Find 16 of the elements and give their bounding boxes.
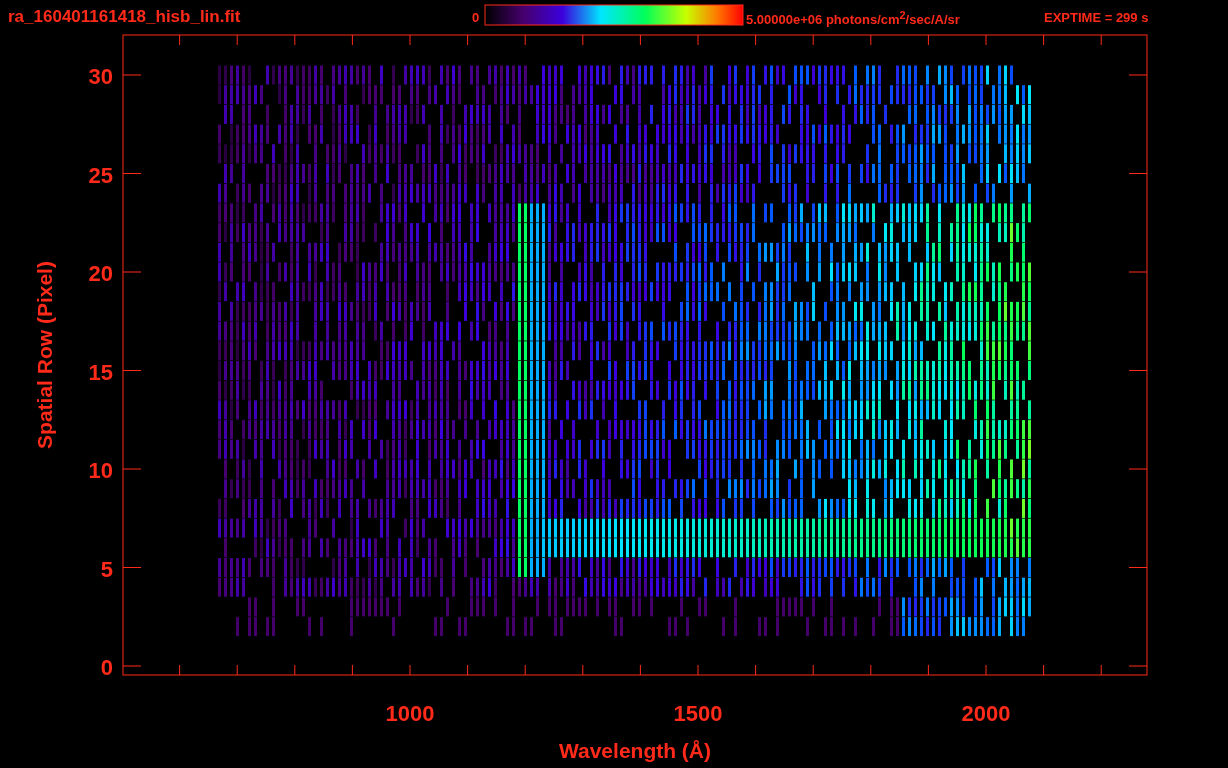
y-tick-label: 0: [100, 655, 113, 680]
y-tick-label: 15: [88, 359, 113, 385]
exposure-time: EXPTIME = 299 s: [1044, 10, 1149, 25]
y-tick-label: 25: [88, 162, 113, 188]
x-tick-label: 1000: [385, 701, 435, 726]
file-name: ra_160401161418_hisb_lin.fit: [8, 7, 241, 26]
y-tick-label: 30: [88, 64, 113, 89]
y-tick-label: 10: [88, 458, 113, 483]
x-tick-label: 2000: [961, 701, 1011, 726]
x-axis-label: Wavelength (Å): [558, 739, 712, 762]
colorbar-max-label: 5.00000e+06 photons/cm$^{2}$/sec/A/sr: [746, 8, 961, 30]
y-tick-label: 20: [88, 261, 113, 286]
y-tick-label: 5: [100, 556, 113, 582]
colorbar-min-label: 0: [472, 10, 480, 25]
x-tick-label: 1500: [673, 701, 723, 726]
y-axis-label: Spatial Row (Pixel): [33, 261, 56, 449]
